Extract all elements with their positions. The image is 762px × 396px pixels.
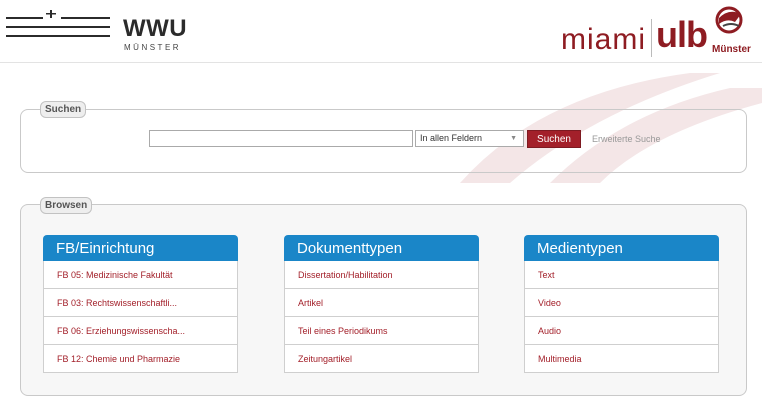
- list-item[interactable]: Teil eines Periodikums: [285, 317, 478, 345]
- ulb-emblem-icon: [715, 6, 743, 34]
- miami-logo[interactable]: miami: [561, 25, 646, 55]
- wwu-wordmark: WWU: [123, 15, 188, 42]
- browse-legend: Browsen: [40, 197, 93, 214]
- search-field-selected: In allen Feldern: [420, 133, 483, 143]
- search-button[interactable]: Suchen: [527, 130, 581, 148]
- list-item[interactable]: Audio: [525, 317, 718, 345]
- list-item[interactable]: FB 05: Medizinische Fakultät: [44, 261, 237, 289]
- browse-column-fb: FB/Einrichtung FB 05: Medizinische Fakul…: [43, 235, 238, 373]
- list-item[interactable]: FB 03: Rechtswissenschaftli...: [44, 289, 237, 317]
- column-title: Dokumenttypen: [284, 235, 479, 261]
- ulb-city: Münster: [712, 44, 751, 55]
- list-item[interactable]: FB 06: Erziehungswissenscha...: [44, 317, 237, 345]
- list-item[interactable]: Artikel: [285, 289, 478, 317]
- list-item[interactable]: Zeitungartikel: [285, 345, 478, 373]
- search-field-select[interactable]: In allen Feldern ▼: [415, 130, 524, 147]
- logo-divider: [651, 19, 652, 57]
- list-item[interactable]: Dissertation/Habilitation: [285, 261, 478, 289]
- browse-column-doctypes: Dokumenttypen Dissertation/Habilitation …: [284, 235, 479, 373]
- wwu-city: MÜNSTER: [124, 43, 182, 52]
- wwu-logo[interactable]: WWU MÜNSTER: [6, 8, 187, 54]
- ulb-logo[interactable]: ulb: [656, 16, 708, 54]
- chevron-down-icon: ▼: [510, 135, 517, 142]
- page-header: WWU MÜNSTER miami ulb Münster: [0, 0, 762, 62]
- list-item[interactable]: Text: [525, 261, 718, 289]
- list-item[interactable]: FB 12: Chemie und Pharmazie: [44, 345, 237, 373]
- browse-column-mediatypes: Medientypen Text Video Audio Multimedia: [524, 235, 719, 373]
- search-legend: Suchen: [40, 101, 87, 118]
- list-item[interactable]: Multimedia: [525, 345, 718, 373]
- column-title: Medientypen: [524, 235, 719, 261]
- column-list: FB 05: Medizinische Fakultät FB 03: Rech…: [43, 261, 238, 373]
- wwu-logo-icon: [6, 10, 110, 37]
- list-item[interactable]: Video: [525, 289, 718, 317]
- column-list: Text Video Audio Multimedia: [524, 261, 719, 373]
- advanced-search-link[interactable]: Erweiterte Suche: [592, 134, 661, 144]
- search-input[interactable]: [149, 130, 413, 147]
- column-title: FB/Einrichtung: [43, 235, 238, 261]
- column-list: Dissertation/Habilitation Artikel Teil e…: [284, 261, 479, 373]
